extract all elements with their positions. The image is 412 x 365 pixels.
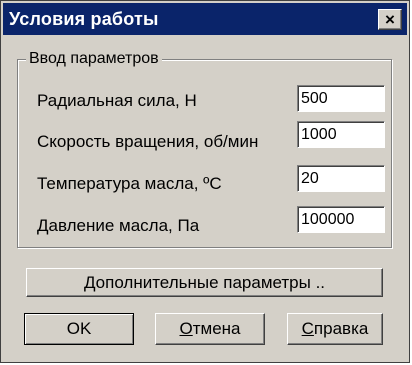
groupbox-caption: Ввод параметров — [26, 50, 162, 68]
oil-temperature-input[interactable] — [301, 168, 381, 189]
cancel-mnemonic: О — [179, 319, 193, 338]
close-button[interactable]: × — [378, 9, 402, 30]
rotation-speed-input[interactable] — [301, 124, 381, 145]
close-icon: × — [385, 10, 395, 29]
help-label-rest: правка — [313, 319, 369, 338]
ok-button[interactable]: OK — [24, 313, 134, 345]
radial-force-label: Радиальная сила, Н — [37, 91, 197, 110]
rotation-speed-label: Скорость вращения, об/мин — [37, 132, 259, 151]
oil-pressure-label: Давление масла, Па — [37, 216, 200, 235]
title-bar[interactable]: Условия работы × — [3, 3, 407, 35]
oil-pressure-field[interactable] — [297, 206, 385, 233]
oil-temperature-field[interactable] — [297, 165, 385, 192]
cancel-button[interactable]: Отмена — [155, 313, 265, 345]
rotation-speed-field[interactable] — [297, 121, 385, 148]
dialog-window: Условия работы × Ввод параметров Радиаль… — [0, 0, 410, 363]
radial-force-field[interactable] — [297, 85, 385, 112]
oil-temperature-label: Температура масла, ºC — [37, 174, 222, 193]
radial-force-input[interactable] — [301, 88, 381, 109]
help-mnemonic: С — [301, 319, 314, 338]
help-button[interactable]: Справка — [287, 313, 383, 345]
cancel-label-rest: тмена — [192, 319, 241, 338]
additional-parameters-button[interactable]: Дополнительные параметры .. — [26, 268, 383, 297]
window-title: Условия работы — [9, 9, 159, 29]
oil-pressure-input[interactable] — [301, 209, 381, 230]
